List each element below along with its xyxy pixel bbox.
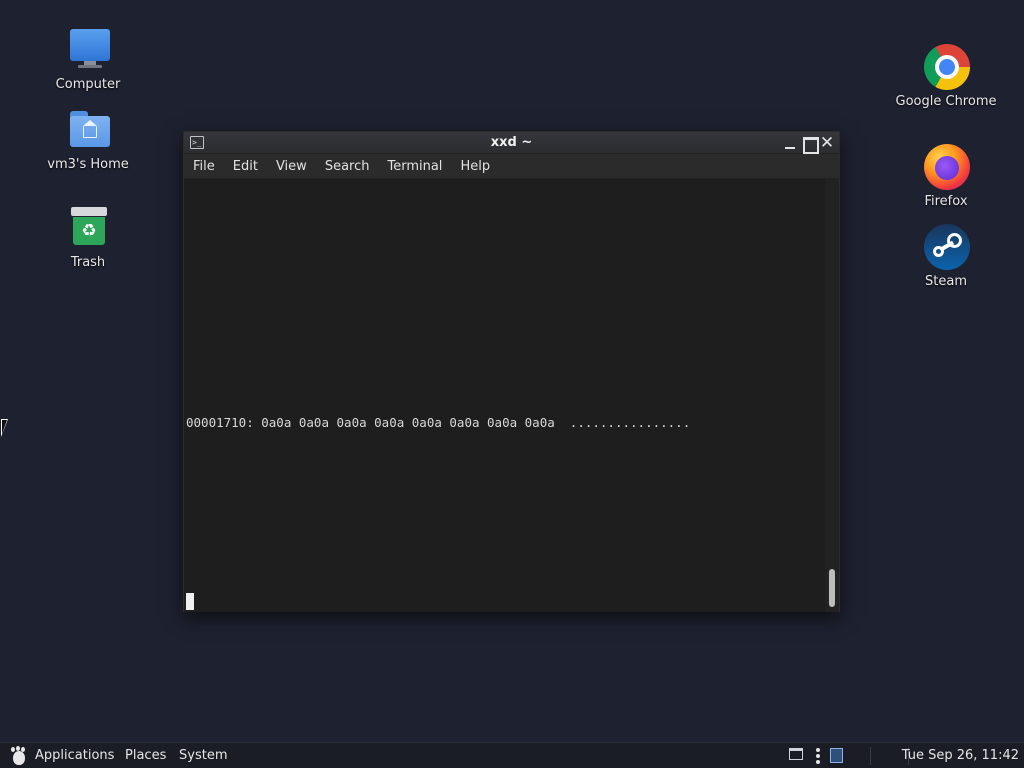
desktop-icon-label: Trash bbox=[70, 255, 106, 270]
workspace-switcher[interactable] bbox=[830, 748, 843, 763]
maximize-button[interactable] bbox=[801, 135, 819, 154]
desktop-icon-home[interactable]: vm3's Home bbox=[33, 105, 143, 172]
trash-icon: ♻ bbox=[64, 203, 112, 251]
hexdump-line: 00001710: 0a0a 0a0a 0a0a 0a0a 0a0a 0a0a … bbox=[186, 415, 691, 430]
handle-icon bbox=[816, 748, 820, 764]
window-titlebar[interactable]: >_ xxd ~ ✕ bbox=[184, 132, 839, 154]
terminal-window[interactable]: >_ xxd ~ ✕ File Edit View Search Terminal Hel… bbox=[183, 131, 840, 612]
scrollbar[interactable] bbox=[825, 179, 839, 612]
desktop-icon-label: vm3's Home bbox=[47, 157, 129, 172]
applications-menu[interactable]: Applications bbox=[35, 743, 114, 768]
close-button[interactable]: ✕ bbox=[819, 135, 835, 152]
desktop-icon-label: Firefox bbox=[924, 194, 968, 209]
firefox-icon bbox=[922, 142, 970, 190]
bottom-panel: Applications Places System Tue Sep 26, 1… bbox=[0, 742, 1024, 768]
desktop-icon-label: Google Chrome bbox=[895, 94, 997, 109]
desktop-icon-firefox[interactable]: Firefox bbox=[891, 142, 1001, 209]
show-desktop-icon[interactable] bbox=[789, 748, 803, 760]
desktop-icon-label: Steam bbox=[925, 274, 967, 289]
desktop-icon-label: Computer bbox=[55, 77, 121, 92]
desktop-icon-computer[interactable]: Computer bbox=[33, 25, 143, 92]
panel-separator bbox=[870, 747, 871, 765]
computer-icon bbox=[64, 25, 112, 73]
system-menu[interactable]: System bbox=[179, 743, 227, 768]
menu-search[interactable]: Search bbox=[316, 154, 379, 179]
desktop: Computer vm3's Home ♻ Trash Google Chrom… bbox=[0, 0, 1024, 742]
steam-icon bbox=[922, 222, 970, 270]
minimize-button[interactable] bbox=[782, 135, 798, 151]
places-menu[interactable]: Places bbox=[125, 743, 166, 768]
menu-terminal[interactable]: Terminal bbox=[378, 154, 451, 179]
desktop-icon-chrome[interactable]: Google Chrome bbox=[891, 42, 1001, 109]
menu-file[interactable]: File bbox=[184, 154, 224, 179]
menu-edit[interactable]: Edit bbox=[224, 154, 267, 179]
text-cursor bbox=[186, 593, 194, 610]
clock[interactable]: Tue Sep 26, 11:42 bbox=[902, 743, 1019, 768]
desktop-icon-trash[interactable]: ♻ Trash bbox=[33, 203, 143, 270]
gnome-foot-icon[interactable] bbox=[9, 746, 29, 765]
menu-view[interactable]: View bbox=[267, 154, 316, 179]
home-folder-icon bbox=[64, 105, 112, 153]
window-title: xxd ~ bbox=[490, 135, 533, 150]
desktop-icon-steam[interactable]: Steam bbox=[891, 222, 1001, 289]
scrollbar-thumb[interactable] bbox=[829, 569, 835, 607]
mouse-pointer-icon bbox=[1, 419, 8, 437]
menu-bar: File Edit View Search Terminal Help bbox=[184, 154, 839, 179]
menu-help[interactable]: Help bbox=[451, 154, 499, 179]
terminal-output[interactable]: 00001710: 0a0a 0a0a 0a0a 0a0a 0a0a 0a0a … bbox=[184, 179, 825, 612]
chrome-icon bbox=[922, 42, 970, 90]
